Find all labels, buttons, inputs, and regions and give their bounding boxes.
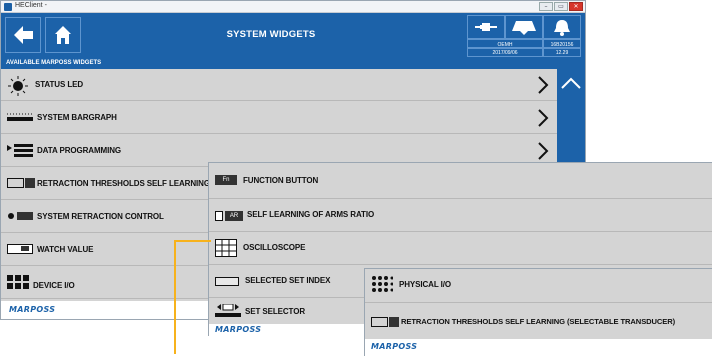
status-date: 2017/09/06	[467, 47, 543, 57]
brand-logo: MARPOSS	[371, 342, 418, 351]
set-index-icon	[215, 277, 239, 286]
chevron-right-icon[interactable]	[537, 108, 549, 128]
home-icon	[55, 26, 71, 44]
close-button[interactable]: ✕	[569, 2, 583, 11]
connector-line-vertical	[174, 240, 176, 354]
arms-ratio-icon: AR	[215, 211, 243, 221]
widget-label: FUNCTION BUTTON	[243, 176, 319, 185]
status-time: 12.29	[543, 47, 581, 57]
widget-label: RETRACTION THRESHOLDS SELF LEARNING (SEL…	[401, 317, 676, 326]
watch-value-icon	[7, 244, 33, 254]
widget-label: SET SELECTOR	[245, 307, 305, 316]
maximize-button[interactable]: ▭	[554, 2, 568, 11]
user-icon	[512, 21, 536, 35]
overlay-window-3: PHYSICAL I/O RETRACTION THRESHOLDS SELF …	[364, 268, 712, 356]
set-selector-icon	[215, 304, 241, 317]
widget-label: SYSTEM RETRACTION CONTROL	[37, 212, 164, 221]
chevron-right-icon[interactable]	[537, 75, 549, 95]
widget-row-function-button[interactable]: Fn FUNCTION BUTTON	[209, 163, 712, 199]
connection-status[interactable]	[467, 15, 505, 39]
bell-icon	[554, 20, 570, 36]
plug-icon	[475, 23, 497, 31]
screenshot-stage: HEClient - – ▭ ✕ SYSTEM WIDGETS OEMH 16B…	[0, 0, 712, 356]
widget-row-system-bargraph[interactable]: SYSTEM BARGRAPH	[1, 102, 557, 134]
status-led-icon	[8, 76, 28, 96]
widget-label: SELF LEARNING OF ARMS RATIO	[247, 210, 375, 219]
app-icon	[4, 3, 12, 11]
page-title: SYSTEM WIDGETS	[226, 29, 316, 40]
widget-label: DEVICE I/O	[33, 281, 75, 290]
retraction-control-icon	[8, 212, 33, 220]
footer-bar-3: MARPOSS	[365, 339, 712, 356]
arms-ratio-icon-text: AR	[225, 211, 243, 221]
header-bar: SYSTEM WIDGETS OEMH 16B20156 2017/09/06 …	[1, 13, 585, 57]
window-title: HEClient -	[15, 2, 47, 9]
retraction-icon	[7, 178, 35, 188]
connector-line-horizontal	[174, 240, 211, 242]
title-bar: HEClient - – ▭ ✕	[1, 1, 585, 13]
data-programming-icon	[7, 144, 33, 157]
chevron-right-icon[interactable]	[537, 141, 549, 161]
widget-row-status-led[interactable]: STATUS LED	[1, 69, 557, 101]
alarm-status[interactable]	[543, 15, 581, 39]
widget-row-physical-io[interactable]: PHYSICAL I/O	[365, 269, 712, 303]
section-heading: AVAILABLE MARPOSS WIDGETS	[1, 57, 585, 69]
widget-label: SELECTED SET INDEX	[245, 276, 331, 285]
home-button[interactable]	[45, 17, 81, 53]
function-button-icon: Fn	[215, 175, 237, 185]
back-button[interactable]	[5, 17, 41, 53]
retraction-transducer-icon	[371, 317, 399, 327]
widget-row-retraction-transducer[interactable]: RETRACTION THRESHOLDS SELF LEARNING (SEL…	[365, 303, 712, 339]
widget-label: DATA PROGRAMMING	[37, 146, 122, 155]
brand-logo: MARPOSS	[9, 305, 56, 314]
back-arrow-icon	[14, 26, 33, 44]
widget-label: PHYSICAL I/O	[399, 280, 451, 289]
user-status[interactable]	[505, 15, 543, 39]
oscilloscope-icon	[215, 239, 237, 257]
widget-row-arms-ratio[interactable]: AR SELF LEARNING OF ARMS RATIO	[209, 199, 712, 232]
widget-label: SYSTEM BARGRAPH	[37, 113, 117, 122]
minimize-button[interactable]: –	[539, 2, 553, 11]
widget-label: RETRACTION THRESHOLDS SELF LEARNING	[37, 179, 210, 188]
widget-label: STATUS LED	[35, 80, 84, 89]
brand-logo: MARPOSS	[215, 325, 262, 334]
widget-row-oscilloscope[interactable]: OSCILLOSCOPE	[209, 232, 712, 265]
scroll-up-icon[interactable]	[557, 69, 585, 97]
widget-label: WATCH VALUE	[37, 245, 94, 254]
device-io-icon	[7, 275, 29, 289]
bargraph-icon	[7, 113, 33, 121]
widget-label: OSCILLOSCOPE	[243, 243, 306, 252]
physical-io-icon	[372, 276, 393, 292]
